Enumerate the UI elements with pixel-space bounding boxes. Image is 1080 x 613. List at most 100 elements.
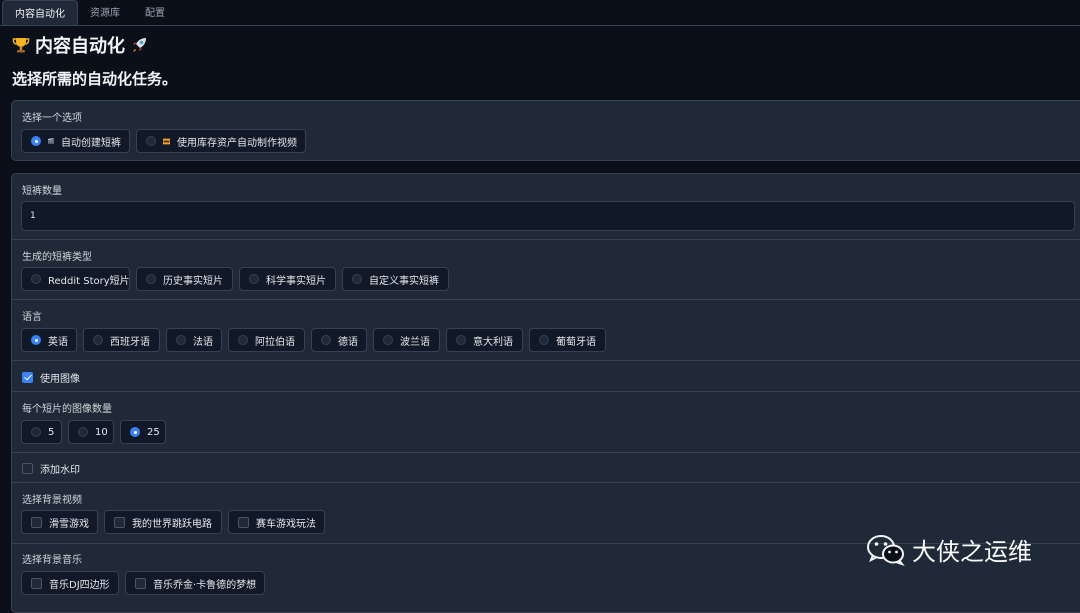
option-label: 使用库存资产自动制作视频: [177, 137, 297, 149]
radio-indicator[interactable]: [146, 274, 156, 284]
option-label: 历史事实短片: [163, 275, 223, 287]
option-label: 自动创建短裤: [61, 137, 121, 149]
option-short-type-reddit[interactable]: Reddit Story短片: [21, 267, 130, 291]
divider: [12, 360, 1080, 361]
checkbox-checked[interactable]: [22, 372, 33, 383]
option-images-25[interactable]: 25: [120, 420, 166, 444]
radio-indicator[interactable]: [456, 335, 466, 345]
option-language-german[interactable]: 德语: [311, 328, 367, 352]
radio-indicator[interactable]: [146, 136, 156, 146]
watermark-checkbox[interactable]: 添加水印: [22, 461, 80, 476]
option-bg-video-minecraft[interactable]: 我的世界跳跃电路: [104, 510, 222, 534]
divider: [12, 299, 1080, 300]
checkbox-unchecked[interactable]: [114, 516, 125, 528]
tab-content-automation[interactable]: 内容自动化: [2, 0, 78, 25]
option-label: 5: [48, 426, 55, 438]
checkbox-unchecked[interactable]: [22, 463, 33, 474]
option-label: 25: [147, 426, 160, 438]
option-label: 科学事实短片: [266, 275, 326, 287]
bg-video-label: 选择背景视频: [22, 495, 82, 506]
option-label: 葡萄牙语: [556, 336, 596, 348]
option-bg-music-dj[interactable]: 音乐DJ四边形: [21, 571, 119, 595]
tab-config[interactable]: 配置: [136, 0, 174, 25]
wechat-icon: [867, 534, 905, 566]
wechat-watermark: 大侠之运维: [866, 532, 1032, 567]
option-label: 波兰语: [400, 336, 430, 348]
use-images-checkbox[interactable]: 使用图像: [22, 370, 80, 385]
radio-indicator[interactable]: [176, 335, 186, 345]
page-subtitle: 选择所需的自动化任务。: [12, 70, 178, 88]
checkbox-unchecked[interactable]: [238, 516, 249, 528]
option-language-arabic[interactable]: 阿拉伯语: [228, 328, 305, 352]
rocket-icon: [133, 38, 146, 52]
option-label: 意大利语: [473, 336, 513, 348]
radio-indicator[interactable]: [78, 427, 88, 437]
radio-indicator[interactable]: [249, 274, 259, 284]
option-label: 音乐DJ四边形: [49, 579, 110, 591]
mode-label: 选择一个选项: [22, 113, 82, 124]
count-input[interactable]: [21, 201, 1075, 231]
divider: [12, 239, 1080, 240]
images-per-short-label: 每个短片的图像数量: [22, 404, 112, 415]
tab-resources[interactable]: 资源库: [82, 0, 128, 25]
option-label: 西班牙语: [110, 336, 150, 348]
divider: [12, 482, 1080, 483]
option-label: 赛车游戏玩法: [256, 518, 316, 530]
option-short-type-custom[interactable]: 自定义事实短裤: [342, 267, 449, 291]
option-bg-video-racing[interactable]: 赛车游戏玩法: [228, 510, 325, 534]
option-language-french[interactable]: 法语: [166, 328, 222, 352]
title-text: 内容自动化: [35, 36, 125, 57]
radio-indicator[interactable]: [93, 335, 103, 345]
option-language-italian[interactable]: 意大利语: [446, 328, 523, 352]
tab-bar: 内容自动化 资源库 配置: [0, 0, 1080, 26]
option-language-polish[interactable]: 波兰语: [373, 328, 440, 352]
option-short-type-science[interactable]: 科学事实短片: [239, 267, 336, 291]
option-label: Reddit Story短片: [48, 275, 130, 287]
option-bg-music-dream[interactable]: 音乐乔金·卡鲁德的梦想: [125, 571, 265, 595]
option-label: 阿拉伯语: [255, 336, 295, 348]
checkbox-unchecked[interactable]: [31, 577, 42, 589]
radio-selected-indicator[interactable]: [130, 427, 140, 437]
film-strip-icon: [163, 138, 170, 144]
option-label: 法语: [193, 336, 213, 348]
radio-indicator[interactable]: [31, 274, 41, 284]
language-label: 语言: [22, 312, 42, 323]
checkbox-label: 使用图像: [40, 374, 80, 385]
radio-indicator[interactable]: [31, 427, 41, 437]
option-label: 10: [95, 426, 108, 438]
short-type-label: 生成的短裤类型: [22, 252, 92, 263]
option-label: 自定义事实短裤: [369, 275, 439, 287]
divider: [12, 391, 1080, 392]
divider: [12, 452, 1080, 453]
option-images-10[interactable]: 10: [68, 420, 114, 444]
radio-indicator[interactable]: [539, 335, 549, 345]
option-language-english[interactable]: 英语: [21, 328, 77, 352]
radio-indicator[interactable]: [321, 335, 331, 345]
radio-selected-indicator[interactable]: [31, 136, 41, 146]
option-images-5[interactable]: 5: [21, 420, 62, 444]
trophy-icon: [12, 38, 30, 53]
option-bg-video-ski[interactable]: 滑雪游戏: [21, 510, 98, 534]
radio-selected-indicator[interactable]: [31, 335, 41, 345]
option-label: 我的世界跳跃电路: [132, 518, 212, 530]
radio-indicator[interactable]: [238, 335, 248, 345]
page-title: 内容自动化: [11, 33, 149, 57]
radio-indicator[interactable]: [352, 274, 362, 284]
option-language-portuguese[interactable]: 葡萄牙语: [529, 328, 606, 352]
option-auto-create-shorts[interactable]: 自动创建短裤: [21, 129, 130, 153]
option-short-type-history[interactable]: 历史事实短片: [136, 267, 233, 291]
option-label: 滑雪游戏: [49, 518, 89, 530]
clapper-board-icon: [48, 138, 54, 144]
option-language-spanish[interactable]: 西班牙语: [83, 328, 160, 352]
option-label: 德语: [338, 336, 358, 348]
bg-music-label: 选择背景音乐: [22, 555, 82, 566]
watermark-text: 大侠之运维: [912, 538, 1032, 566]
checkbox-unchecked[interactable]: [135, 577, 146, 589]
count-label: 短裤数量: [22, 186, 62, 197]
option-stock-video[interactable]: 使用库存资产自动制作视频: [136, 129, 306, 153]
radio-indicator[interactable]: [383, 335, 393, 345]
checkbox-unchecked[interactable]: [31, 516, 42, 528]
option-label: 音乐乔金·卡鲁德的梦想: [153, 579, 257, 591]
option-label: 英语: [48, 336, 68, 348]
checkbox-label: 添加水印: [40, 465, 80, 476]
